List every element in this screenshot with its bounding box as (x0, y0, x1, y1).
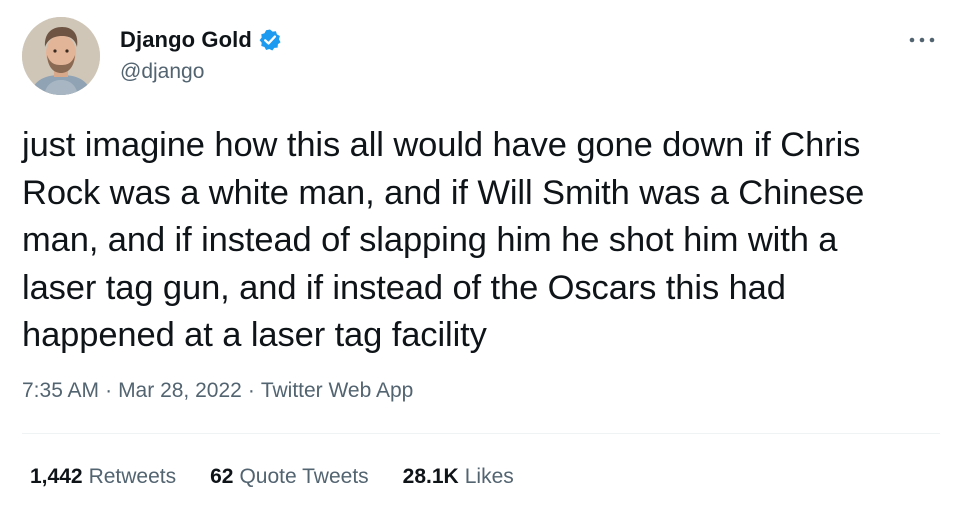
tweet-time[interactable]: 7:35 AM (22, 379, 99, 403)
quote-tweets-label: Quote Tweets (239, 465, 369, 488)
quote-tweets-stat[interactable]: 62 Quote Tweets (210, 465, 369, 489)
likes-stat[interactable]: 28.1K Likes (403, 465, 514, 489)
more-options-icon[interactable] (904, 30, 940, 50)
likes-count: 28.1K (402, 465, 459, 488)
tweet-metadata: 7:35 AM · Mar 28, 2022 · Twitter Web App (22, 377, 413, 405)
author-handle[interactable]: @django (120, 60, 204, 84)
engagement-stats: 1,442 Retweets 62 Quote Tweets 28.1K Lik… (30, 462, 548, 492)
avatar-image (22, 17, 100, 95)
avatar[interactable] (22, 17, 100, 95)
retweets-count: 1,442 (30, 465, 83, 488)
quote-tweets-count: 62 (210, 465, 234, 488)
tweet-source[interactable]: Twitter Web App (261, 379, 414, 403)
meta-separator: · (105, 379, 113, 402)
verified-badge-icon (258, 28, 282, 52)
tweet-text: just imagine how this all would have gon… (22, 126, 865, 354)
tweet-date[interactable]: Mar 28, 2022 (118, 379, 242, 403)
divider (22, 433, 940, 434)
author-name-row: Django Gold (120, 26, 282, 54)
meta-separator: · (247, 379, 255, 402)
retweets-stat[interactable]: 1,442 Retweets (30, 465, 176, 489)
author-display-name[interactable]: Django Gold (120, 27, 252, 53)
retweets-label: Retweets (88, 465, 177, 488)
likes-label: Likes (464, 465, 514, 488)
tweet-card: Django Gold @django just imagine how thi… (0, 0, 960, 511)
